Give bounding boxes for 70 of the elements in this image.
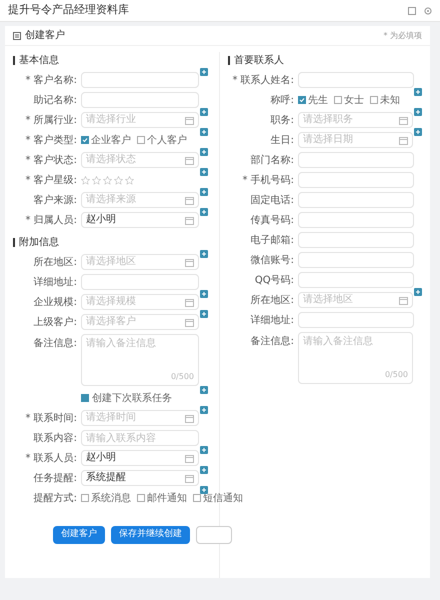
field-placeholder: 请选择来源 [86, 195, 136, 205]
field-placeholder: 请选择日期 [303, 135, 353, 145]
field-label: 客户来源: [32, 194, 78, 208]
field-label: * 手机号码: [241, 174, 295, 188]
field-value: 赵小明 [86, 215, 116, 225]
text-field[interactable]: 请输入联系内容 [81, 430, 199, 446]
char-counter: 0/500 [384, 371, 408, 379]
field-label: 部门名称: [250, 154, 295, 168]
field-value: 赵小明 [86, 453, 116, 463]
field-label: QQ号码: [254, 274, 295, 288]
section-title: 首要联系人 [234, 54, 284, 68]
field-label: 称呼: [270, 94, 295, 108]
field-placeholder: 请选择行业 [86, 115, 136, 125]
field-label: 固定电话: [250, 194, 295, 208]
field-placeholder: 请选择地区 [86, 257, 136, 267]
field-value: 系统提醒 [86, 473, 126, 483]
option-checkbox[interactable]: 企业客户 [81, 132, 131, 148]
field-label: * 客户名称: [24, 74, 78, 88]
field-label: * 客户星级: [24, 174, 78, 188]
field-label: 助记名称: [32, 94, 78, 108]
field-label: 联系内容: [32, 432, 78, 446]
field-placeholder: 请选择地区 [303, 295, 353, 305]
field-placeholder: 请选择职务 [303, 115, 353, 125]
field-label: 电子邮箱: [250, 234, 295, 248]
field-label: 所在地区: [250, 294, 295, 308]
select-field[interactable]: 赵小明 [81, 450, 199, 466]
field-label: 详细地址: [250, 314, 295, 328]
field-placeholder: 请选择状态 [86, 155, 136, 165]
option-checkbox[interactable]: 短信通知 [193, 490, 243, 506]
task-checkbox[interactable]: 创建下次联系任务 [81, 390, 199, 406]
field-label: 备注信息: [250, 334, 295, 349]
field-label: * 客户状态: [24, 154, 78, 168]
option-checkbox[interactable]: 未知 [370, 92, 400, 108]
section-title: 基本信息 [19, 54, 59, 68]
field-label: * 所属行业: [24, 114, 78, 128]
select-field[interactable]: 系统提醒 [81, 470, 199, 486]
field-label: * 联系时间: [24, 412, 78, 426]
field-label: 备注信息: [32, 336, 78, 351]
field-label: 提醒方式: [32, 492, 78, 506]
select-field[interactable]: 赵小明 [81, 212, 199, 228]
submit-button[interactable]: 创建客户 [53, 526, 105, 544]
field-label: * 联系人姓名: [231, 74, 295, 88]
field-label: * 联系人员: [24, 452, 78, 466]
field-label: 所在地区: [32, 256, 78, 270]
field-label: 任务提醒: [32, 472, 78, 486]
field-placeholder: 请选择规模 [86, 297, 136, 307]
field-label: 上级客户: [32, 316, 78, 330]
field-label: 详细地址: [32, 276, 78, 290]
field-label: 微信账号: [250, 254, 295, 268]
option-checkbox[interactable]: 邮件通知 [137, 490, 187, 506]
submit-button[interactable]: 保存并继续创建 [111, 526, 190, 544]
field-placeholder: 请输入备注信息 [86, 339, 157, 349]
option-checkbox[interactable]: 先生 [298, 92, 328, 108]
window-title: 提升号令产品经理资料库 [8, 2, 129, 18]
field-placeholder: 请输入备注信息 [303, 337, 374, 347]
card-title: 创建客户 [25, 28, 65, 43]
option-checkbox[interactable]: 个人客户 [137, 132, 187, 148]
field-placeholder: 请选择客户 [86, 317, 136, 327]
section-title: 附加信息 [19, 236, 59, 250]
field-label: 传真号码: [250, 214, 295, 228]
field-label: 职务: [270, 114, 295, 128]
field-placeholder: 请选择时间 [86, 413, 136, 423]
char-counter: 0/500 [170, 373, 194, 381]
field-label: 企业规模: [32, 296, 78, 310]
field-label: * 客户类型: [24, 134, 78, 148]
required-note: * 为必填项 [383, 30, 422, 42]
field-label: * 归属人员: [24, 214, 78, 228]
option-checkbox[interactable]: 女士 [334, 92, 364, 108]
field-label: 生日: [270, 134, 295, 148]
option-checkbox[interactable]: 系统消息 [81, 490, 131, 506]
